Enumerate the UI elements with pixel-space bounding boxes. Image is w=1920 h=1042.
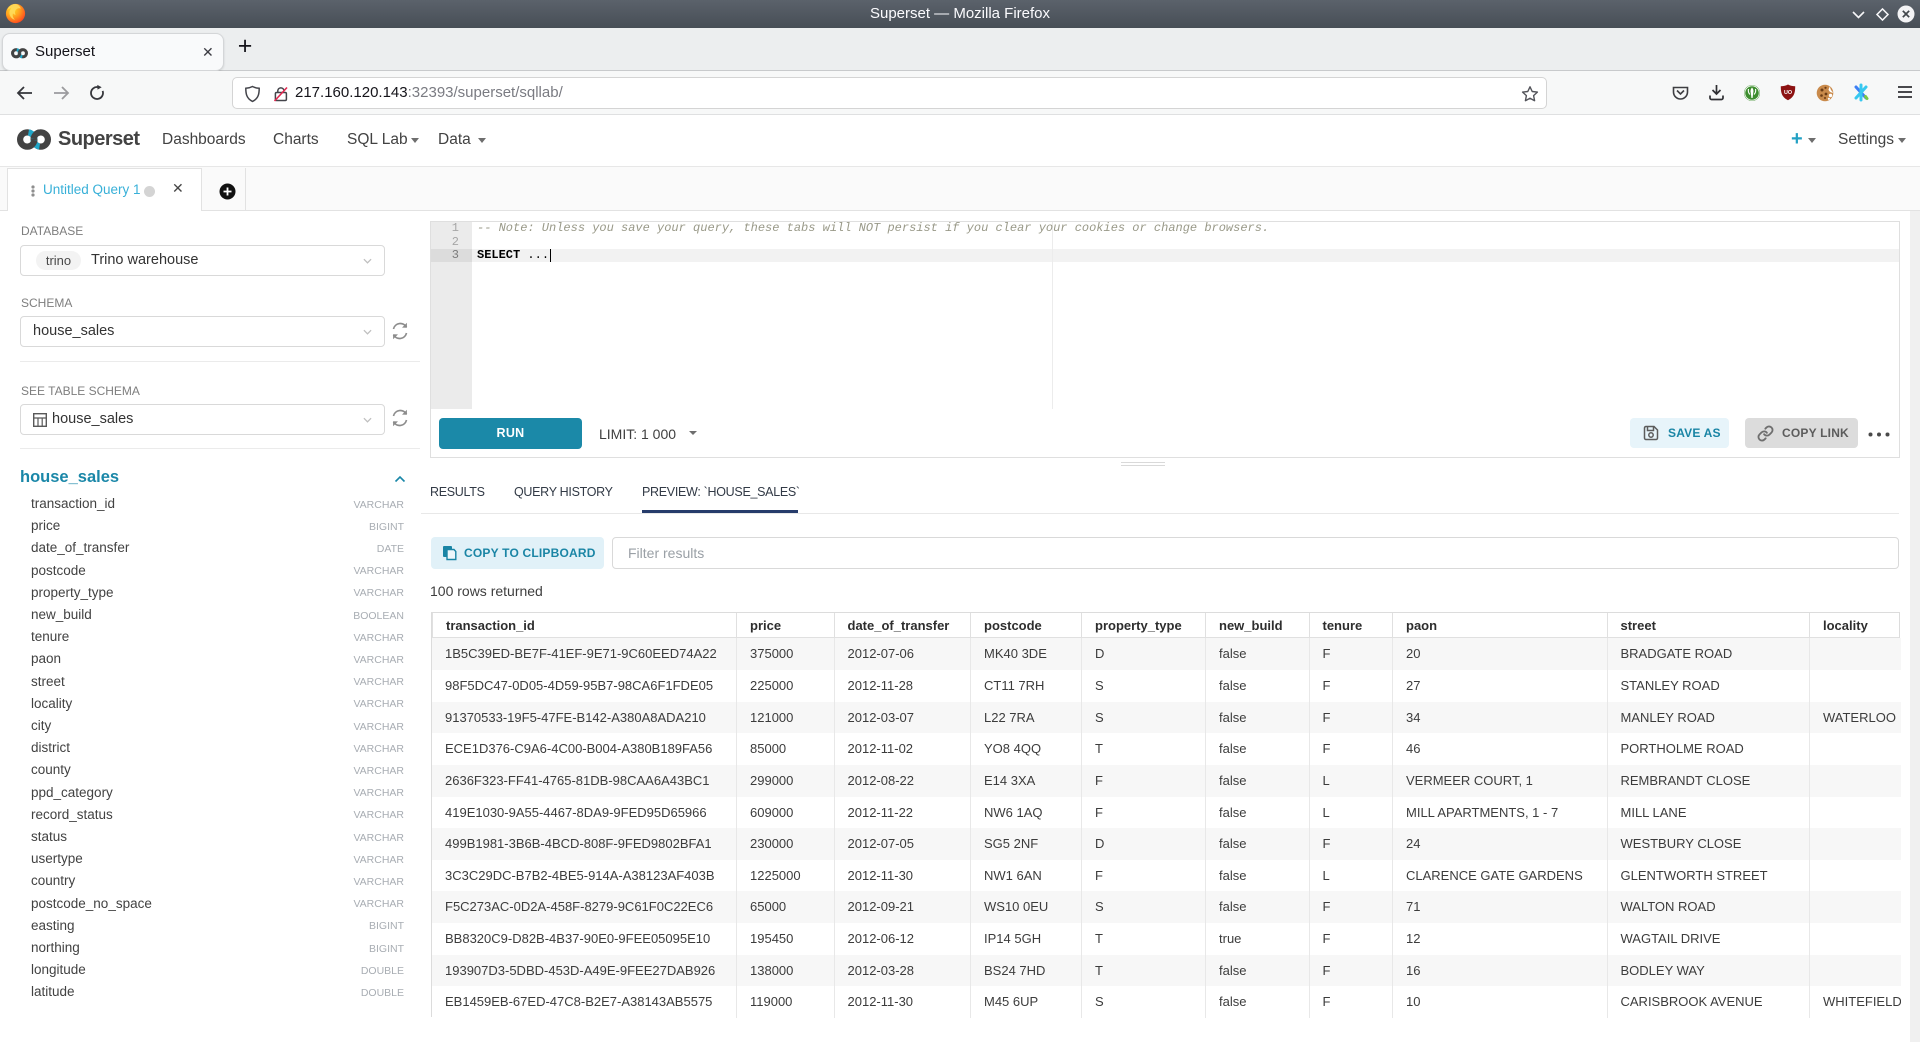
- svg-text:UO: UO: [1784, 90, 1792, 96]
